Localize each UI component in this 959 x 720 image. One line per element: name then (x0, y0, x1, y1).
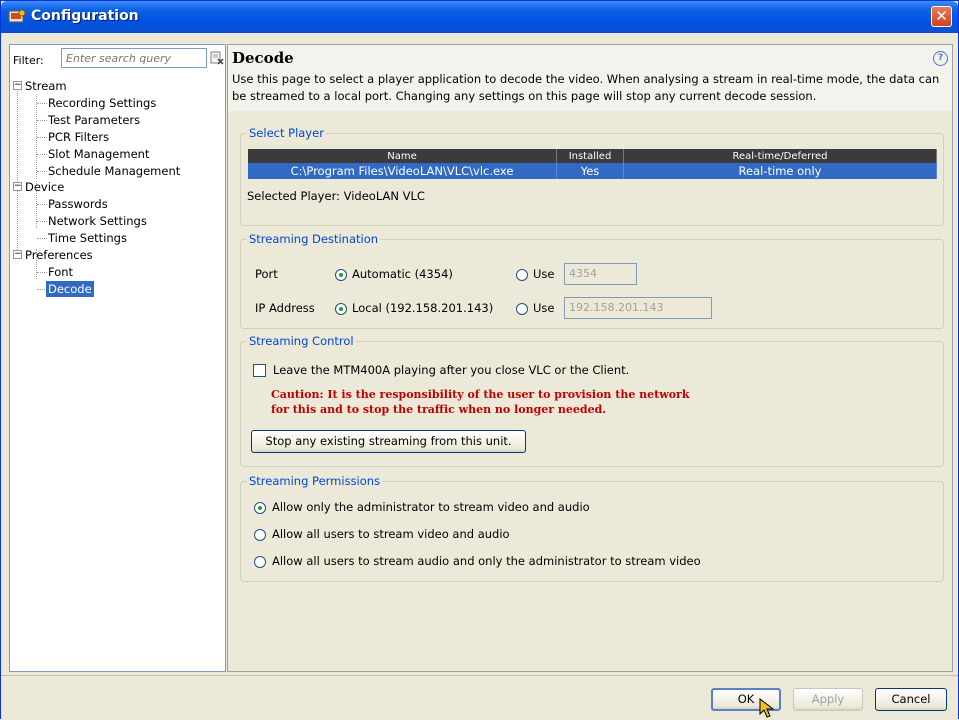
ip-local-radio[interactable] (335, 303, 347, 315)
tree-item-decode[interactable]: Decode (46, 281, 94, 297)
tree-item-pcr-filters[interactable]: PCR Filters (48, 129, 109, 145)
permission-all-users-label: Allow all users to stream video and audi… (272, 527, 510, 541)
close-icon[interactable]: ✕ (931, 6, 952, 27)
tree-line (37, 204, 47, 205)
filter-row: Filter: (10, 45, 225, 73)
tree-item-recording-settings[interactable]: Recording Settings (48, 95, 156, 111)
cancel-button[interactable]: Cancel (875, 688, 947, 711)
configuration-window: Configuration ✕ Filter: − Stream Rec (0, 0, 959, 720)
ip-address-label: IP Address (255, 301, 315, 315)
port-input[interactable]: 4354 (564, 263, 637, 285)
app-icon (8, 9, 26, 23)
streaming-control-title: Streaming Control (247, 334, 356, 348)
tree-item-time-settings[interactable]: Time Settings (48, 230, 127, 246)
tree-item-device[interactable]: Device (25, 179, 64, 195)
caution-text-line2: for this and to stop the traffic when no… (271, 403, 607, 416)
permission-admin-only-radio[interactable] (254, 502, 266, 514)
tree-item-stream[interactable]: Stream (25, 78, 67, 94)
column-header-realtime[interactable]: Real-time/Deferred (623, 149, 937, 163)
ip-use-label: Use (533, 301, 555, 315)
column-header-installed[interactable]: Installed (556, 149, 624, 163)
port-automatic-label: Automatic (4354) (352, 267, 453, 281)
help-icon[interactable]: ? (933, 51, 948, 66)
port-use-label: Use (533, 267, 555, 281)
window-title: Configuration (31, 8, 139, 24)
permission-all-users-radio[interactable] (254, 529, 266, 541)
tree-line (37, 221, 47, 222)
tree-item-slot-management[interactable]: Slot Management (48, 146, 149, 162)
player-mode-cell: Real-time only (623, 163, 937, 179)
streaming-permissions-title: Streaming Permissions (247, 474, 383, 488)
select-player-group: Select Player (240, 126, 944, 226)
port-label: Port (255, 267, 278, 281)
tree-item-schedule-management[interactable]: Schedule Management (48, 163, 180, 179)
tree-line (37, 120, 47, 121)
select-player-title: Select Player (247, 126, 326, 140)
tree-line (37, 272, 47, 273)
tree-line (37, 171, 47, 172)
navigation-panel: Filter: − Stream Recording Settings Test… (9, 44, 226, 672)
collapse-preferences-icon[interactable]: − (13, 250, 22, 259)
tree-item-passwords[interactable]: Passwords (48, 196, 108, 212)
port-automatic-radio[interactable] (335, 269, 347, 281)
permission-admin-only-label: Allow only the administrator to stream v… (272, 500, 590, 514)
dialog-button-bar: OK Apply Cancel (1, 675, 958, 720)
player-table: Name Installed Real-time/Deferred C:\Pro… (248, 149, 937, 179)
apply-button[interactable]: Apply (793, 688, 863, 711)
table-row[interactable]: C:\Program Files\VideoLAN\VLC\vlc.exe Ye… (248, 163, 937, 179)
title-bar: Configuration ✕ (1, 1, 958, 33)
tree-line (37, 238, 47, 239)
player-installed-cell: Yes (556, 163, 624, 179)
page-description: Use this page to select a player applica… (232, 72, 940, 103)
page-title: Decode (232, 49, 294, 67)
tree-line (37, 137, 47, 138)
ip-address-input[interactable]: 192.158.201.143 (564, 297, 712, 319)
tree-line (17, 88, 18, 250)
selected-player-text: Selected Player: VideoLAN VLC (247, 189, 425, 203)
mouse-cursor-icon (759, 698, 775, 718)
tree-item-preferences[interactable]: Preferences (25, 247, 93, 263)
collapse-stream-icon[interactable]: − (13, 81, 22, 90)
tree-item-network-settings[interactable]: Network Settings (48, 213, 147, 229)
tree-line (37, 154, 47, 155)
permission-audio-all-radio[interactable] (254, 556, 266, 568)
decode-settings-panel: Decode ? Use this page to select a playe… (227, 44, 953, 672)
page-header: Decode ? Use this page to select a playe… (228, 45, 952, 111)
port-use-radio[interactable] (516, 269, 528, 281)
leave-playing-checkbox[interactable] (253, 364, 266, 377)
leave-playing-label: Leave the MTM400A playing after you clos… (273, 363, 630, 377)
tree-item-test-parameters[interactable]: Test Parameters (48, 112, 140, 128)
player-path-cell: C:\Program Files\VideoLAN\VLC\vlc.exe (248, 163, 557, 179)
column-header-name[interactable]: Name (248, 149, 557, 163)
ip-local-label: Local (192.158.201.143) (352, 301, 494, 315)
filter-search-input[interactable] (61, 48, 207, 68)
streaming-destination-title: Streaming Destination (247, 232, 381, 246)
filter-label: Filter: (13, 54, 44, 67)
permission-audio-all-label: Allow all users to stream audio and only… (272, 554, 701, 568)
tree-item-font[interactable]: Font (48, 264, 73, 280)
clear-filter-icon[interactable] (210, 51, 224, 65)
ip-use-radio[interactable] (516, 303, 528, 315)
collapse-device-icon[interactable]: − (13, 182, 22, 191)
stop-streaming-button[interactable]: Stop any existing streaming from this un… (251, 430, 526, 453)
caution-text-line1: Caution: It is the responsibility of the… (271, 388, 690, 401)
tree-line (37, 103, 47, 104)
